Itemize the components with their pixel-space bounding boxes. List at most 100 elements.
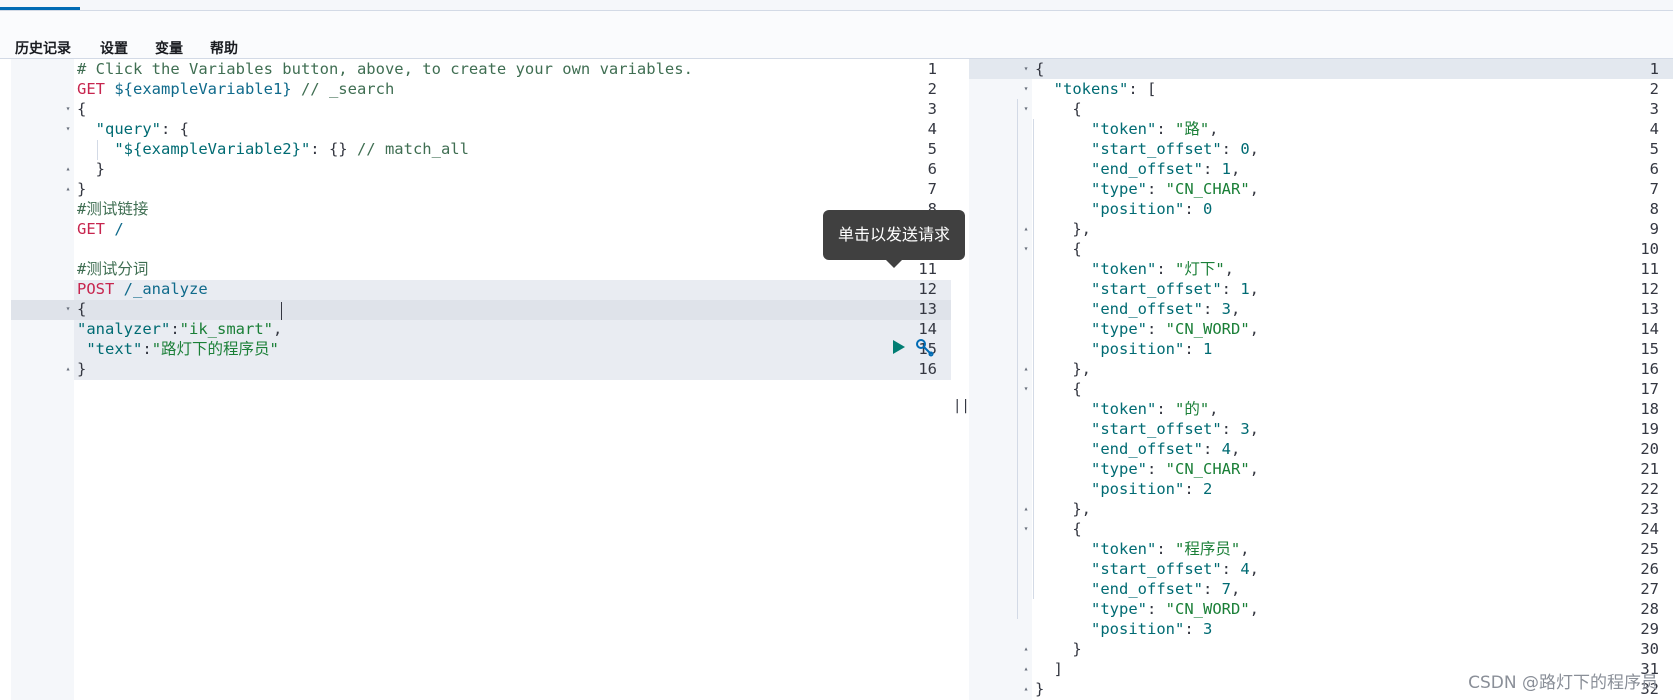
code-line: "position": 1 xyxy=(1035,339,1212,359)
line-number: 1 xyxy=(1649,60,1659,78)
fold-open-icon[interactable]: ▾ xyxy=(63,99,73,119)
code-token: "end_offset" xyxy=(1091,580,1203,598)
code-token: /_analyze xyxy=(123,280,208,298)
line-number: 15 xyxy=(1640,340,1659,358)
play-icon[interactable] xyxy=(893,340,905,354)
code-line: }, xyxy=(1035,219,1091,239)
code-token: 0 xyxy=(1240,140,1250,158)
code-line: "analyzer":"ik_smart", xyxy=(77,319,282,339)
code-token: : xyxy=(1184,200,1203,218)
active-tab-indicator xyxy=(0,7,80,10)
code-line: GET ${exampleVariable1} // _search xyxy=(77,79,394,99)
code-token: #测试链接 xyxy=(77,200,149,218)
console-menu-bar: 历史记录 设置 变量 帮助 xyxy=(0,11,1673,59)
code-token: ${exampleVariable1} xyxy=(114,80,292,98)
menu-help[interactable]: 帮助 xyxy=(210,38,238,58)
code-line: "end_offset": 7, xyxy=(1035,579,1240,599)
request-actions xyxy=(891,337,951,357)
fold-close-icon[interactable]: ▴ xyxy=(1021,359,1031,379)
fold-open-icon[interactable]: ▾ xyxy=(1021,79,1031,99)
wrench-icon[interactable] xyxy=(916,339,934,357)
code-token: , xyxy=(1249,600,1260,618)
code-line: "text":"路灯下的程序员" xyxy=(77,339,279,359)
line-number: 14 xyxy=(1640,320,1659,338)
code-token: 4 xyxy=(1221,440,1231,458)
code-token: , xyxy=(1249,420,1260,438)
code-token: GET xyxy=(77,220,115,238)
fold-close-icon[interactable]: ▴ xyxy=(63,359,73,379)
fold-close-icon[interactable]: ▴ xyxy=(63,159,73,179)
fold-open-icon[interactable]: ▾ xyxy=(63,119,73,139)
line-number: 3 xyxy=(927,100,937,118)
line-number: 3 xyxy=(1649,100,1659,118)
fold-close-icon[interactable]: ▴ xyxy=(1021,639,1031,659)
response-viewer[interactable]: 1 ▾{2 ▾ "tokens": [3 ▾ {4 "token": "路", 5 "s… xyxy=(969,59,1673,700)
line-number: 2 xyxy=(1649,80,1659,98)
code-line: "type": "CN_WORD", xyxy=(1035,319,1259,339)
line-number: 7 xyxy=(1649,180,1659,198)
resizer-handle[interactable]: || xyxy=(953,398,970,414)
request-editor[interactable]: 1 # Click the Variables button, above, to… xyxy=(11,59,951,700)
code-token: , xyxy=(1231,160,1241,178)
code-token: "analyzer" xyxy=(77,320,171,338)
menu-history[interactable]: 历史记录 xyxy=(15,38,71,58)
code-token: 1 xyxy=(1240,280,1250,298)
line-number: 16 xyxy=(918,360,937,378)
code-token: "的" xyxy=(1175,400,1210,418)
code-token: : xyxy=(142,340,152,358)
code-line: POST /_analyze xyxy=(77,279,208,299)
fold-close-icon[interactable]: ▴ xyxy=(1021,219,1031,239)
line-number: 5 xyxy=(927,140,937,158)
code-token: : xyxy=(1221,420,1241,438)
code-line: { xyxy=(1035,379,1081,399)
code-token: , xyxy=(273,320,283,338)
menu-settings[interactable]: 设置 xyxy=(100,38,128,58)
fold-close-icon[interactable]: ▴ xyxy=(1021,659,1031,679)
code-token: 3 xyxy=(1221,300,1231,318)
fold-close-icon[interactable]: ▴ xyxy=(63,179,73,199)
fold-open-icon[interactable]: ▾ xyxy=(1021,379,1031,399)
fold-open-icon[interactable]: ▾ xyxy=(1021,239,1031,259)
fold-open-icon[interactable]: ▾ xyxy=(1021,519,1031,539)
code-token: 2 xyxy=(1203,480,1213,498)
code-token: }, xyxy=(1035,500,1091,518)
code-line: "start_offset": 0, xyxy=(1035,139,1259,159)
fold-open-icon[interactable]: ▾ xyxy=(1021,99,1031,119)
code-token: , xyxy=(1249,180,1260,198)
code-token: "CN_CHAR" xyxy=(1165,460,1250,478)
tooltip-arrow xyxy=(886,260,902,268)
code-line: { xyxy=(1035,99,1081,119)
code-line: "query": { xyxy=(77,119,189,139)
code-token: { xyxy=(77,100,87,118)
send-request-tooltip: 单击以发送请求 xyxy=(823,210,965,260)
fold-close-icon[interactable]: ▴ xyxy=(1021,499,1031,519)
line-number: 22 xyxy=(1640,480,1659,498)
code-token: "token" xyxy=(1091,400,1157,418)
fold-close-icon[interactable]: ▴ xyxy=(1021,679,1031,699)
line-number: 16 xyxy=(1640,360,1659,378)
code-token: : xyxy=(1202,300,1222,318)
line-number: 7 xyxy=(927,180,937,198)
menu-variables[interactable]: 变量 xyxy=(155,38,183,58)
code-line: "type": "CN_WORD", xyxy=(1035,599,1259,619)
fold-open-icon[interactable]: ▾ xyxy=(1021,59,1031,79)
code-token: "text" xyxy=(86,340,143,358)
code-token: } xyxy=(1035,680,1045,698)
code-token: , xyxy=(1249,140,1260,158)
code-token: "end_offset" xyxy=(1091,300,1203,318)
code-token: "灯下" xyxy=(1175,260,1225,278)
panel-resizer[interactable] xyxy=(951,59,969,700)
code-token: "token" xyxy=(1091,260,1157,278)
fold-open-icon[interactable]: ▾ xyxy=(63,299,73,319)
line-number: 9 xyxy=(1649,220,1659,238)
code-line: "end_offset": 3, xyxy=(1035,299,1240,319)
code-token: : xyxy=(170,320,180,338)
code-token: } xyxy=(77,360,87,378)
code-token: }, xyxy=(1035,220,1091,238)
